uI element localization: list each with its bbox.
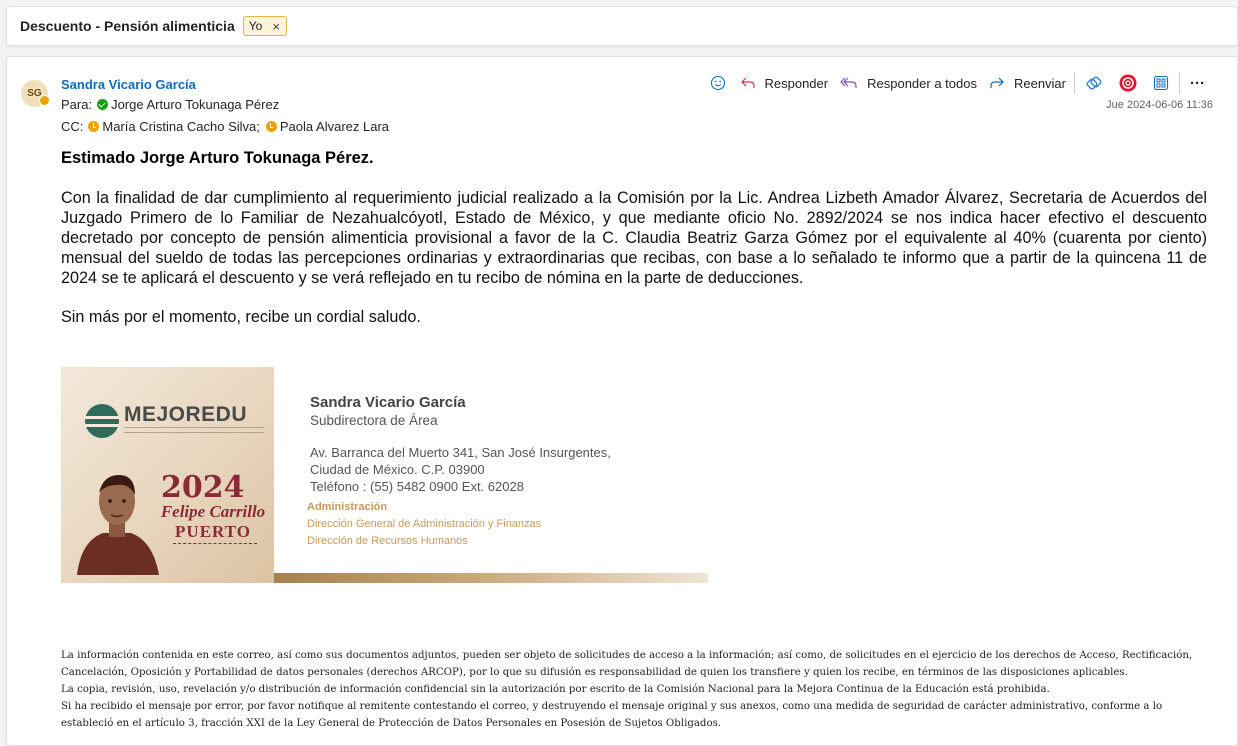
mejoredu-logo-icon (85, 404, 119, 438)
received-timestamp: Jue 2024-06-06 11:36 (1106, 99, 1213, 111)
signature-logo-text: MEJOREDU (124, 403, 248, 426)
signature-name: Sandra Vicario García (310, 394, 466, 411)
emoji-reaction-icon[interactable] (702, 71, 734, 95)
sender-name[interactable]: Sandra Vicario García (61, 77, 196, 92)
reply-all-label: Responder a todos (867, 75, 977, 91)
recipient-to[interactable]: Jorge Arturo Tokunaga Pérez (111, 97, 279, 112)
forward-label: Reenviar (1013, 75, 1066, 91)
remove-tag-icon[interactable]: × (272, 20, 280, 33)
disclaimer-paragraph: La copia, revisión, uso, revelación y/o … (61, 684, 1050, 695)
forward-button[interactable]: Reenviar (983, 71, 1072, 95)
closing-line: Sin más por el momento, recibe un cordia… (61, 308, 421, 326)
signature-honoree-name: Felipe Carrillo (160, 502, 266, 521)
presence-away-icon (265, 121, 277, 132)
presence-away-icon (88, 121, 100, 132)
category-tag-label: Yo (248, 19, 263, 33)
body-paragraph: Con la finalidad de dar cumplimiento al … (61, 189, 1207, 287)
reply-label: Responder (764, 75, 829, 91)
signature-address-line: Av. Barranca del Muerto 341, San José In… (310, 445, 611, 460)
signature-phone: Teléfono : (55) 5482 0900 Ext. 62028 (310, 479, 524, 494)
email-subject: Descuento - Pensión alimenticia (20, 18, 235, 34)
legal-disclaimer: La información contenida en este correo,… (61, 647, 1211, 732)
portrait-icon (77, 475, 159, 575)
signature-area: Administración (307, 501, 388, 513)
greeting: Estimado Jorge Arturo Tokunaga Pérez. (61, 149, 374, 167)
message-body: Estimado Jorge Arturo Tokunaga Pérez. Co… (61, 149, 1207, 327)
reply-button[interactable]: Responder (734, 71, 835, 95)
subject-bar: Descuento - Pensión alimenticia Yo × (6, 6, 1238, 46)
forward-icon (990, 77, 1004, 88)
logo-subtitle (124, 427, 264, 433)
toolbar-divider (1074, 72, 1075, 94)
signature-address: Av. Barranca del Muerto 341, San José In… (310, 444, 611, 495)
apps-icon[interactable] (1145, 71, 1177, 95)
presence-away-icon (39, 95, 50, 106)
more-actions-icon[interactable]: ··· (1182, 71, 1213, 95)
signature-year: 2024 (161, 470, 245, 505)
loop-component-icon[interactable] (1077, 71, 1111, 95)
to-line: Para: Jorge Arturo Tokunaga Pérez (61, 97, 279, 112)
signature-role: Subdirectora de Área (310, 413, 438, 428)
presence-available-icon (97, 99, 109, 110)
signature-gradient-bar (274, 573, 708, 583)
reply-icon (740, 77, 755, 88)
recipient-cc[interactable]: Paola Alvarez Lara (280, 119, 389, 134)
message-card: SG Sandra Vicario García Para: Jorge Art… (6, 56, 1238, 746)
category-tag[interactable]: Yo × (242, 16, 287, 36)
reply-all-icon (840, 77, 857, 88)
email-signature-image: MEJOREDU 2024 Felipe Carrillo PUERTO San… (61, 367, 708, 583)
signature-direction: Dirección de Recursos Humanos (307, 535, 468, 547)
signature-direction: Dirección General de Administración y Fi… (307, 518, 542, 530)
signature-honoree-surname: PUERTO (175, 522, 251, 541)
signature-address-line: Ciudad de México. C.P. 03900 (310, 462, 485, 477)
toolbar-divider (1179, 72, 1180, 94)
mention-addin-icon[interactable] (1111, 71, 1145, 95)
disclaimer-paragraph: Si ha recibido el mensaje por error, por… (61, 701, 1163, 729)
to-label: Para: (61, 97, 93, 112)
message-actions: Responder Responder a todos Reenviar ··· (702, 71, 1214, 95)
recipient-cc[interactable]: María Cristina Cacho Silva; (102, 119, 260, 134)
cc-label: CC: (61, 119, 84, 134)
honoree-caption (173, 543, 257, 563)
signature-details: Sandra Vicario García Subdirectora de Ár… (274, 367, 708, 583)
reply-all-button[interactable]: Responder a todos (834, 71, 983, 95)
disclaimer-paragraph: La información contenida en este correo,… (61, 650, 1193, 678)
cc-line: CC: María Cristina Cacho Silva; Paola Al… (61, 119, 389, 134)
signature-banner: MEJOREDU 2024 Felipe Carrillo PUERTO (61, 367, 274, 583)
